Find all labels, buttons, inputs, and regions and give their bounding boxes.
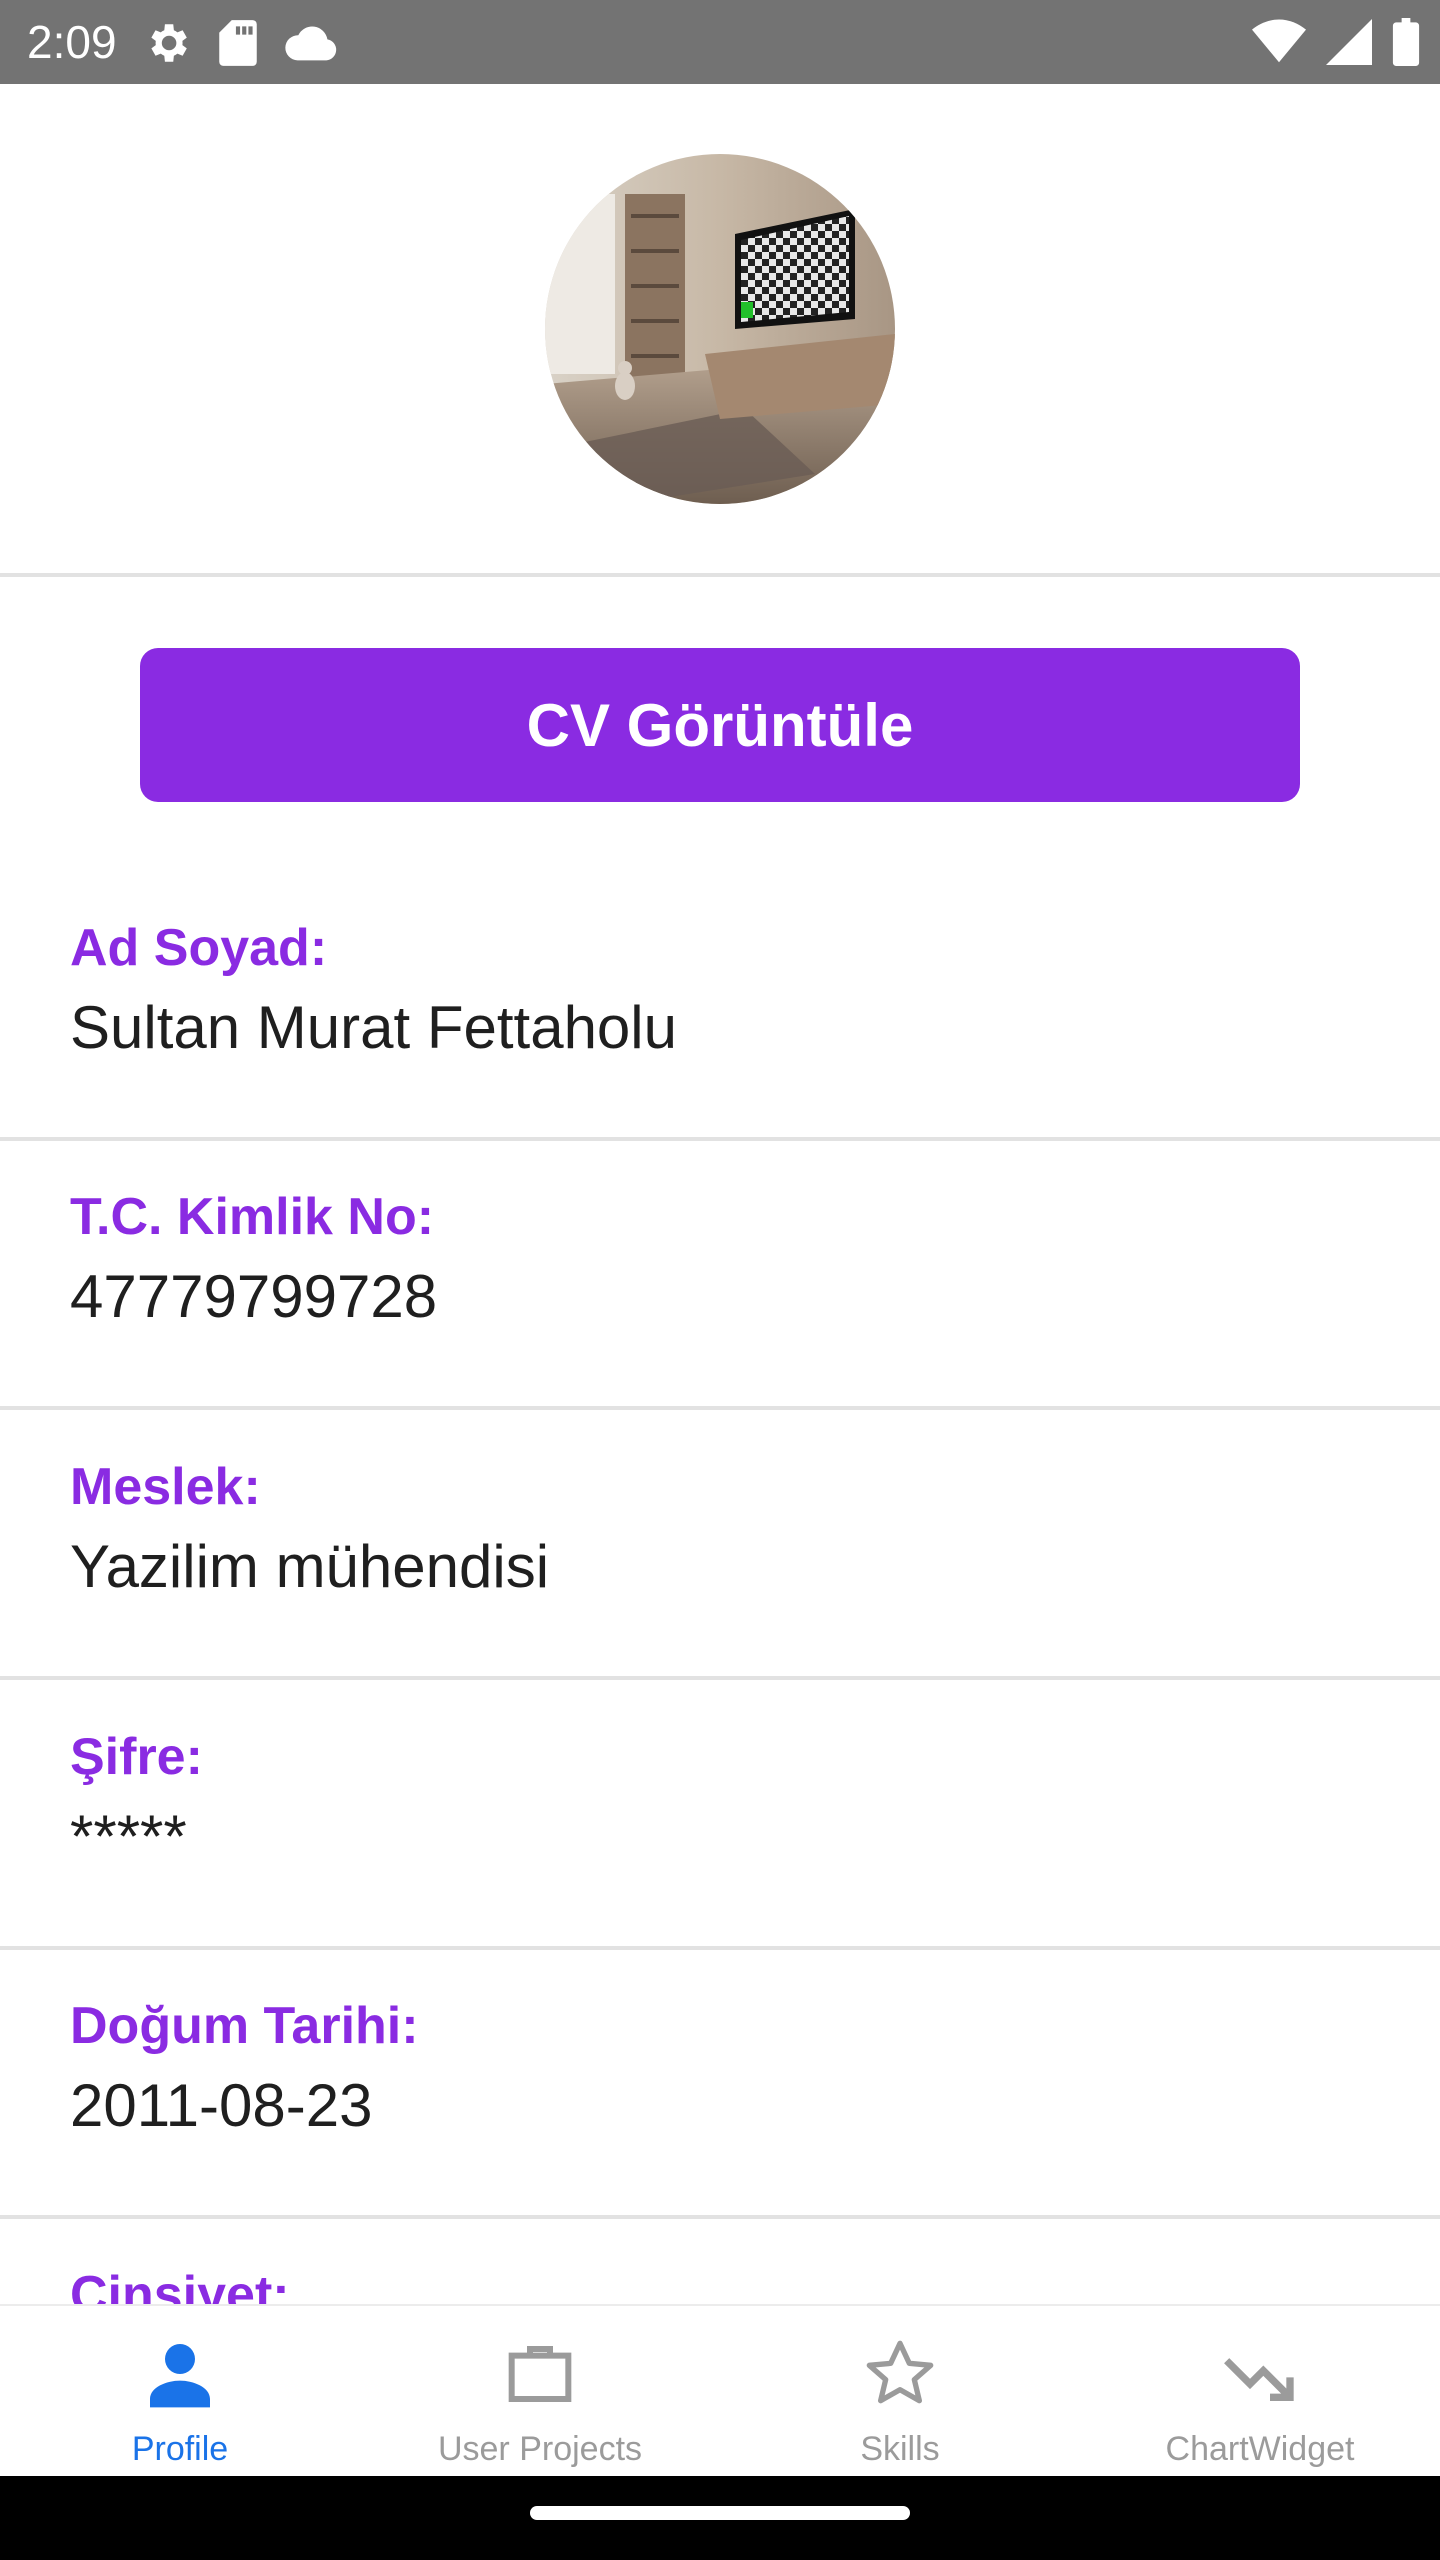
- bottom-nav: Profile User Projects Skills ChartWidget: [0, 2304, 1440, 2476]
- divider: [0, 1676, 1440, 1680]
- field-label: Şifre:: [70, 1728, 203, 1786]
- trending-down-icon: [1224, 2358, 1294, 2401]
- field-value: 47779799728: [70, 1263, 438, 1330]
- system-nav-bar: [0, 2476, 1440, 2560]
- avatar-image: [545, 154, 895, 504]
- field-label: T.C. Kimlik No:: [70, 1188, 435, 1246]
- nav-label: User Projects: [437, 2430, 643, 2468]
- battery-icon: [1392, 18, 1420, 66]
- home-indicator[interactable]: [530, 2506, 910, 2520]
- field-value: Yazilim mühendisi: [70, 1533, 550, 1600]
- field-value: *****: [70, 1803, 187, 1870]
- nav-item-skills[interactable]: Skills: [720, 2306, 1080, 2476]
- wifi-icon: [1252, 19, 1306, 63]
- briefcase-icon: [508, 2346, 572, 2402]
- divider: [0, 1137, 1440, 1141]
- person-icon: [150, 2344, 210, 2408]
- divider: [0, 573, 1440, 577]
- status-time: 2:09: [27, 16, 117, 68]
- cv-view-button[interactable]: CV Görüntüle: [140, 648, 1300, 802]
- field-value: Sultan Murat Fettaholu: [70, 994, 678, 1061]
- avatar[interactable]: [545, 154, 895, 504]
- field-label: Doğum Tarihi:: [70, 1997, 419, 2055]
- gear-icon: [151, 24, 187, 62]
- nav-label: Profile: [131, 2430, 229, 2468]
- divider: [0, 2215, 1440, 2219]
- nav-item-profile[interactable]: Profile: [0, 2306, 360, 2476]
- field-value: 2011-08-23: [70, 2072, 373, 2139]
- nav-item-user-projects[interactable]: User Projects: [360, 2306, 720, 2476]
- divider: [0, 1946, 1440, 1950]
- nav-label: Skills: [860, 2430, 940, 2468]
- field-label: Ad Soyad:: [70, 919, 328, 977]
- star-icon: [866, 2340, 934, 2404]
- signal-icon: [1326, 19, 1372, 65]
- status-bar: 2:09: [0, 0, 1440, 84]
- sd-card-icon: [219, 20, 257, 66]
- nav-item-chart-widget[interactable]: ChartWidget: [1080, 2306, 1440, 2476]
- divider: [0, 1406, 1440, 1410]
- cloud-icon: [285, 26, 337, 61]
- field-label: Meslek:: [70, 1458, 261, 1516]
- nav-label: ChartWidget: [1165, 2430, 1355, 2468]
